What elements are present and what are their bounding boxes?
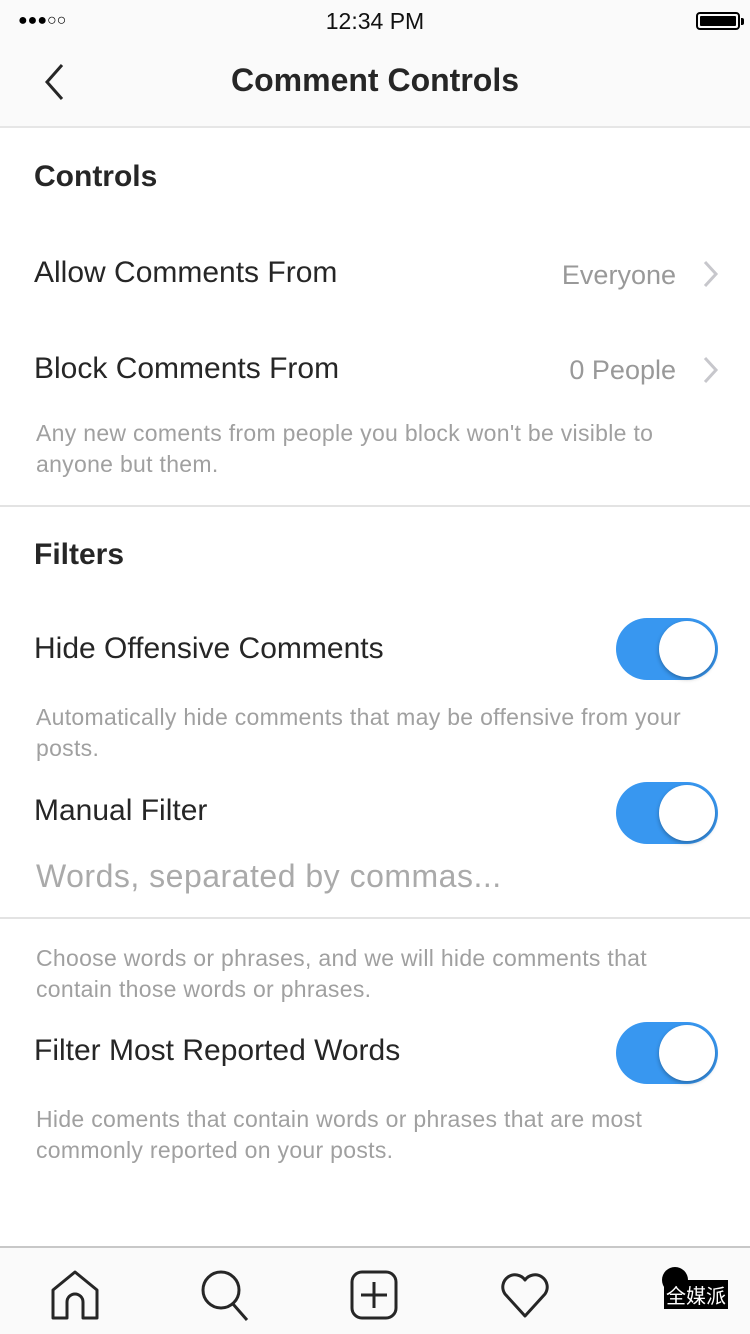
hide-offensive-toggle[interactable] (616, 618, 718, 680)
watermark: 全媒派 (664, 1280, 728, 1309)
allow-comments-row[interactable]: Allow Comments From Everyone (0, 236, 750, 312)
block-comments-row[interactable]: Block Comments From 0 People (0, 332, 750, 408)
hide-offensive-label: Hide Offensive Comments (34, 632, 384, 665)
status-bar: ●●●○○ 12:34 PM (0, 0, 750, 40)
block-comments-value: 0 People (569, 355, 676, 385)
controls-heading: Controls (34, 160, 158, 193)
most-reported-description: Hide coments that contain words or phras… (36, 1106, 643, 1163)
add-post-icon[interactable] (347, 1268, 403, 1324)
tab-bar: 全媒派 (0, 1246, 750, 1334)
manual-filter-input[interactable]: Words, separated by commas... (36, 858, 502, 895)
nav-bar: Comment Controls (0, 40, 750, 128)
battery-icon (696, 12, 744, 30)
page-title: Comment Controls (231, 62, 519, 98)
allow-comments-value: Everyone (561, 260, 676, 290)
allow-comments-label: Allow Comments From (34, 256, 338, 289)
manual-filter-description: Choose words or phrases, and we will hid… (36, 945, 647, 1002)
status-time: 12:34 PM (325, 8, 425, 34)
divider (0, 917, 750, 919)
block-comments-label: Block Comments From (34, 352, 340, 385)
most-reported-label: Filter Most Reported Words (34, 1034, 401, 1067)
hide-offensive-description: Automatically hide comments that may be … (36, 704, 681, 761)
chevron-right-icon (703, 356, 719, 384)
most-reported-toggle[interactable] (616, 1022, 718, 1084)
divider (0, 505, 750, 507)
manual-filter-toggle[interactable] (616, 782, 718, 844)
home-icon[interactable] (47, 1268, 103, 1324)
manual-filter-label: Manual Filter (34, 794, 208, 827)
filters-heading: Filters (34, 538, 125, 571)
search-icon[interactable] (197, 1268, 253, 1324)
heart-icon[interactable] (497, 1268, 553, 1324)
chevron-right-icon (703, 260, 719, 288)
block-description: Any new coments from people you block wo… (36, 420, 654, 477)
